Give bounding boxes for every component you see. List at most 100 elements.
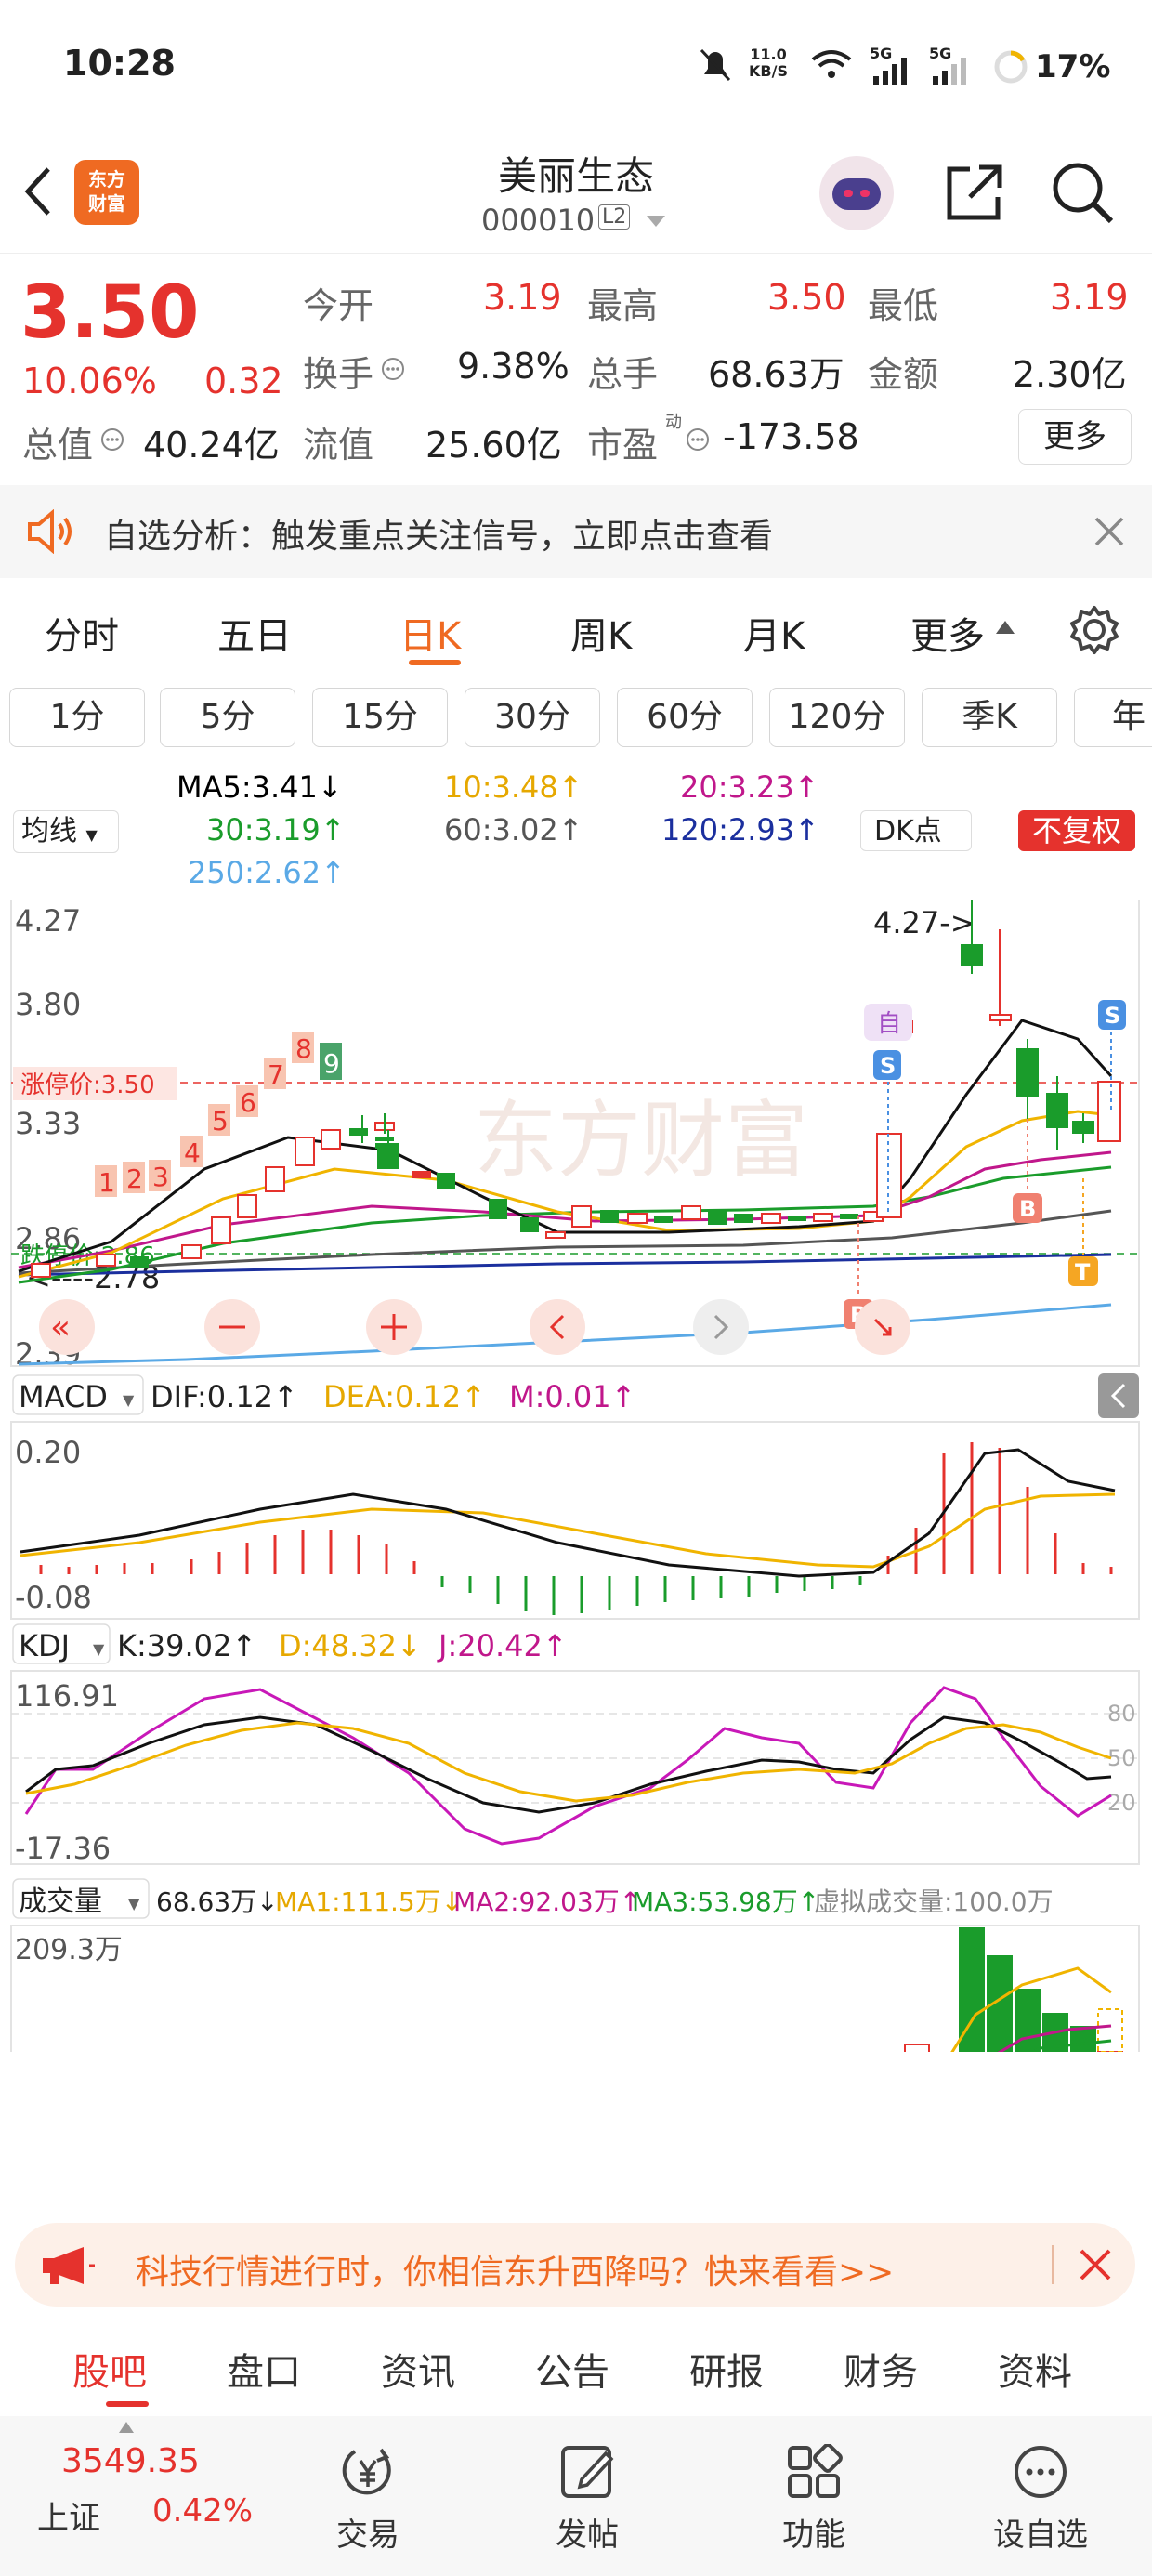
float-value: 25.60亿 bbox=[425, 425, 562, 466]
b-signal-label: B bbox=[1019, 1196, 1036, 1222]
signal-bars-icon bbox=[873, 58, 907, 85]
net-speed-unit: KB/S bbox=[749, 62, 788, 80]
mute-bell-icon bbox=[700, 48, 731, 82]
ai-assistant-avatar[interactable] bbox=[819, 156, 894, 230]
tab-research[interactable]: 研报 bbox=[689, 2342, 764, 2396]
open-label: 今开 bbox=[303, 285, 374, 326]
pe-label: 市盈 bbox=[587, 425, 659, 466]
macd-dea-line bbox=[20, 1492, 1116, 1569]
kline-svg[interactable]: 东方财富 4.27 3.80 3.33 2.86 2.39 涨停价:3.50 跌… bbox=[0, 900, 1152, 2052]
caret-up-icon bbox=[119, 2422, 134, 2433]
close-icon[interactable] bbox=[1093, 515, 1126, 548]
quote-panel: 3.50 10.06% 0.32 今开 3.19 最高 3.50 最低 3.19… bbox=[0, 253, 1152, 483]
banner-text[interactable]: 科技行情进行时，你相信东升西降吗？快来看看>> bbox=[136, 2245, 894, 2293]
tab-orderbook[interactable]: 盘口 bbox=[227, 2342, 301, 2396]
virtual-volume-bar bbox=[1097, 2008, 1123, 2052]
candle-down bbox=[412, 1171, 431, 1178]
tab-intraday[interactable]: 分时 bbox=[45, 606, 119, 660]
dk-point-button[interactable]: DK点 bbox=[860, 810, 972, 851]
tab-monthly-k[interactable]: 月K bbox=[743, 606, 805, 660]
search-icon[interactable] bbox=[1050, 160, 1117, 227]
y-label-top: 4.27 bbox=[15, 903, 81, 939]
period-60min[interactable]: 60分 bbox=[617, 688, 753, 747]
back-arrow-icon[interactable] bbox=[20, 164, 58, 219]
add-watchlist-label[interactable]: 设自选 bbox=[966, 2509, 1115, 2555]
info-icon[interactable] bbox=[686, 427, 710, 452]
app-logo[interactable]: 东方 财富 bbox=[74, 160, 139, 225]
tab-more[interactable]: 更多 bbox=[910, 606, 985, 660]
y-label: 3.33 bbox=[15, 1106, 81, 1141]
info-icon[interactable] bbox=[100, 427, 124, 452]
close-icon[interactable] bbox=[1078, 2247, 1113, 2282]
index-value: 3549.35 bbox=[61, 2442, 200, 2480]
trade-yen-icon[interactable] bbox=[331, 2444, 405, 2500]
share-icon[interactable] bbox=[942, 160, 1007, 225]
period-5min[interactable]: 5分 bbox=[160, 688, 295, 747]
tab-five-day[interactable]: 五日 bbox=[217, 606, 292, 660]
candle-up bbox=[989, 1014, 1012, 1021]
post-edit-icon[interactable] bbox=[550, 2444, 624, 2500]
volume-ma3-line bbox=[1028, 2039, 1112, 2052]
tab-profile[interactable]: 资料 bbox=[998, 2342, 1072, 2396]
settings-gear-icon[interactable] bbox=[1068, 604, 1120, 656]
tab-announcements[interactable]: 公告 bbox=[535, 2342, 609, 2396]
period-year[interactable]: 年 bbox=[1074, 688, 1152, 747]
speaker-icon bbox=[28, 509, 72, 554]
period-30min[interactable]: 30分 bbox=[465, 688, 600, 747]
candle-down bbox=[1046, 1093, 1068, 1128]
ma120-legend: 120:2.93↑ bbox=[661, 812, 819, 848]
period-15min[interactable]: 15分 bbox=[312, 688, 448, 747]
scroll-left-button[interactable] bbox=[530, 1299, 585, 1355]
wifi-icon bbox=[811, 50, 852, 78]
code-dropdown-icon[interactable] bbox=[647, 216, 665, 229]
volume-ma3: MA3:53.98万↑ bbox=[632, 1886, 819, 1917]
volume-selector-label: 成交量 bbox=[19, 1886, 102, 1918]
collapse-panel-button[interactable] bbox=[1098, 1373, 1139, 1418]
low-label: 最低 bbox=[868, 285, 939, 326]
virtual-volume: 虚拟成交量:100.0万 bbox=[814, 1886, 1054, 1917]
top-navigation-bar: 东方 财富 美丽生态 000010 L2 bbox=[0, 139, 1152, 251]
tab-forum[interactable]: 股吧 bbox=[72, 2342, 147, 2396]
ma-selector[interactable]: 均线 ▼ bbox=[13, 810, 119, 853]
notice-text[interactable]: 自选分析：触发重点关注信号，立即点击查看 bbox=[104, 509, 773, 558]
index-name: 上证 bbox=[37, 2500, 100, 2537]
period-1min[interactable]: 1分 bbox=[9, 688, 145, 747]
period-120min[interactable]: 120分 bbox=[769, 688, 905, 747]
candle-down bbox=[437, 1173, 455, 1189]
tab-news[interactable]: 资讯 bbox=[381, 2342, 455, 2396]
kline-chart-area: MA5:3.41↓ 10:3.48↑ 20:3.23↑ 均线 ▼ 30:3.19… bbox=[0, 762, 1152, 2212]
info-icon[interactable] bbox=[381, 357, 405, 381]
promo-banner[interactable]: 科技行情进行时，你相信东升西降吗？快来看看>> bbox=[15, 2223, 1135, 2307]
dropdown-caret-icon: ▼ bbox=[123, 1391, 135, 1409]
net-speed-value: 11.0 bbox=[750, 46, 787, 63]
analysis-notice-bar[interactable]: 自选分析：触发重点关注信号，立即点击查看 bbox=[0, 485, 1152, 578]
self-signal-label: 自 bbox=[877, 1010, 901, 1038]
scroll-right-button[interactable] bbox=[693, 1299, 749, 1355]
open-value: 3.19 bbox=[483, 277, 562, 318]
chart-period-tabs: 分时 五日 日K 周K 月K 更多 bbox=[0, 580, 1152, 677]
kdj-y-bottom: -17.36 bbox=[15, 1831, 111, 1866]
count-marker: 6 bbox=[240, 1087, 256, 1118]
high-value: 3.50 bbox=[767, 277, 846, 318]
pe-dynamic-mark: 动 bbox=[665, 413, 682, 432]
function-label[interactable]: 功能 bbox=[740, 2509, 888, 2555]
tab-finance[interactable]: 财务 bbox=[844, 2342, 918, 2396]
candle-down bbox=[600, 1210, 619, 1223]
more-quote-button[interactable]: 更多 bbox=[1018, 409, 1132, 465]
more-dots-icon[interactable] bbox=[1003, 2444, 1078, 2500]
tab-daily-k[interactable]: 日K bbox=[399, 606, 461, 660]
function-grid-icon[interactable] bbox=[777, 2444, 851, 2500]
t-signal-label: T bbox=[1075, 1259, 1091, 1285]
volume-value: 68.63万 bbox=[708, 354, 844, 395]
trade-label[interactable]: 交易 bbox=[294, 2509, 442, 2555]
volume-bar bbox=[904, 2044, 930, 2052]
count-marker: 7 bbox=[268, 1059, 284, 1090]
period-quarter[interactable]: 季K bbox=[922, 688, 1057, 747]
candle-down bbox=[734, 1214, 753, 1223]
post-label[interactable]: 发帖 bbox=[513, 2509, 661, 2555]
active-tab-indicator bbox=[106, 2401, 149, 2407]
candle-down bbox=[349, 1128, 368, 1136]
index-ticker[interactable]: 3549.35 上证 0.42% bbox=[28, 2416, 253, 2576]
tab-weekly-k[interactable]: 周K bbox=[570, 606, 632, 660]
no-adjust-button[interactable]: 不复权 bbox=[1018, 810, 1135, 851]
